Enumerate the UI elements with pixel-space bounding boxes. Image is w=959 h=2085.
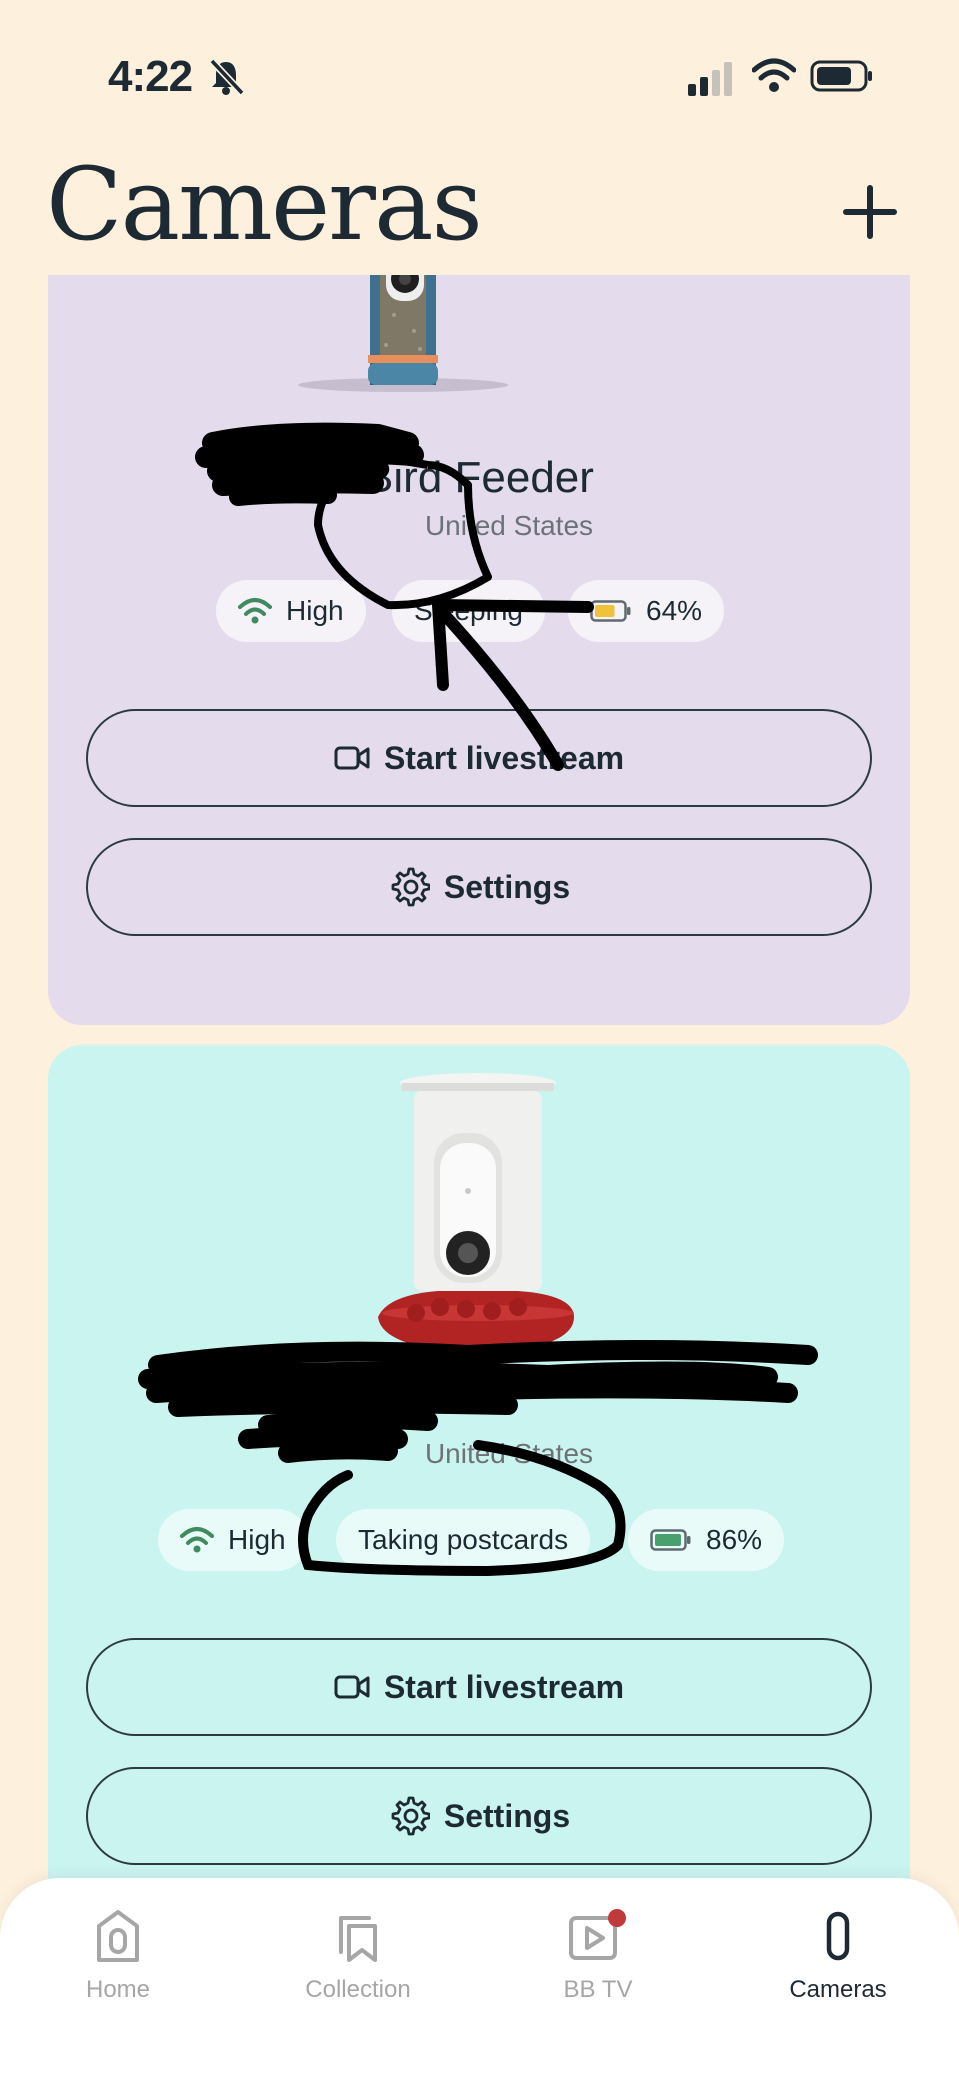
tab-cameras[interactable]: Cameras	[738, 1906, 938, 2004]
video-camera-icon	[334, 746, 370, 770]
video-camera-icon	[334, 1675, 370, 1699]
camera-location: United States	[424, 1438, 594, 1469]
battery-status-icon	[810, 60, 872, 92]
settings-label: Settings	[443, 868, 571, 905]
battery-chip: 86%	[628, 1509, 785, 1571]
wifi-status-icon	[752, 58, 796, 92]
tab-label: BB TV	[563, 1976, 633, 2003]
wifi-strength-chip: High	[216, 580, 366, 642]
camera-status-label: Taking postcards	[358, 1524, 569, 1555]
wifi-icon	[180, 1527, 214, 1553]
tab-label: Home	[85, 1976, 151, 2003]
collection-icon	[339, 1916, 377, 1962]
settings-button[interactable]: Settings	[86, 1767, 872, 1865]
gear-icon	[391, 1796, 430, 1836]
camera-card[interactable]: United States High Taking postcards 86%	[48, 1045, 910, 1880]
settings-button[interactable]: Settings	[86, 838, 872, 936]
status-chip: Taking postcards	[336, 1509, 591, 1571]
gear-icon	[391, 867, 430, 907]
tab-home[interactable]: Home	[18, 1906, 218, 2004]
start-livestream-label: Start livestream	[383, 739, 625, 776]
camera-list[interactable]: Bird Feeder United States High Sleeping …	[0, 275, 959, 1880]
add-camera-button[interactable]	[840, 182, 900, 242]
tab-label: Cameras	[789, 1976, 887, 2003]
start-livestream-button[interactable]: Start livestream	[86, 709, 872, 807]
tab-label: Collection	[305, 1976, 411, 2003]
camera-card[interactable]: Bird Feeder United States High Sleeping …	[48, 275, 910, 1025]
tab-bb-tv[interactable]: BB TV	[498, 1906, 698, 2004]
notification-badge	[608, 1909, 626, 1927]
page-title: Cameras	[46, 146, 483, 263]
battery-level-label: 86%	[706, 1524, 763, 1555]
start-livestream-button[interactable]: Start livestream	[86, 1638, 872, 1736]
camera-location: United States	[424, 510, 594, 541]
status-chip: Sleeping	[392, 580, 545, 642]
silent-bell-icon	[209, 58, 245, 96]
redaction-scribble	[138, 1340, 818, 1577]
camera-status-label: Sleeping	[414, 595, 523, 626]
battery-icon	[590, 600, 631, 622]
start-livestream-label: Start livestream	[383, 1668, 625, 1705]
wifi-icon	[238, 598, 272, 624]
battery-icon	[650, 1529, 691, 1551]
home-icon	[97, 1910, 139, 1962]
camera-name: Bird Feeder	[364, 453, 594, 502]
tv-play-icon	[569, 1909, 626, 1960]
settings-label: Settings	[443, 1797, 571, 1834]
status-time: 4:22	[108, 52, 193, 101]
tab-collection[interactable]: Collection	[258, 1906, 458, 2004]
cellular-signal-icon	[688, 62, 732, 96]
status-bar: 4:22	[0, 0, 959, 150]
camera-device-icon	[826, 1911, 850, 1961]
wifi-strength-label: High	[228, 1524, 286, 1555]
battery-chip: 64%	[568, 580, 725, 642]
wifi-strength-label: High	[286, 595, 344, 626]
bottom-tab-bar: Home Collection BB TV Cameras	[0, 1878, 959, 2085]
bird-feeder-image	[298, 275, 508, 392]
wifi-strength-chip: High	[158, 1509, 308, 1571]
battery-level-label: 64%	[646, 595, 703, 626]
hummingbird-feeder-image	[378, 1073, 574, 1353]
